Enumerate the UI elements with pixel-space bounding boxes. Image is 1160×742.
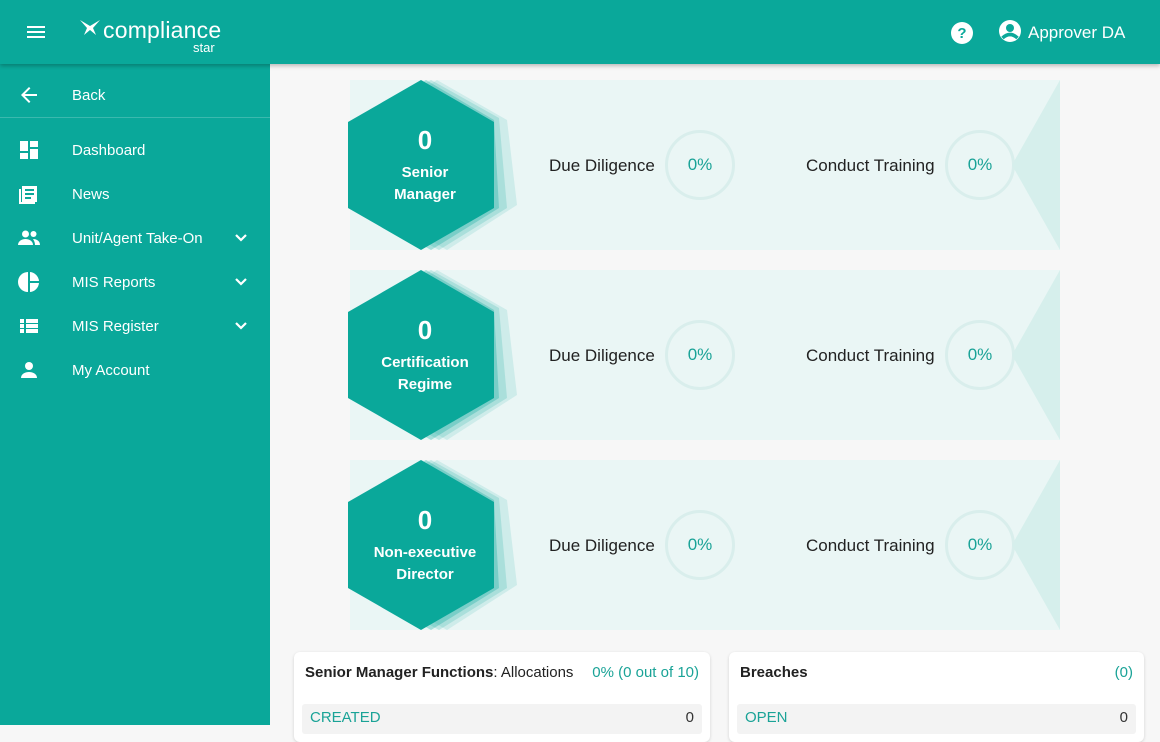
conduct-training-label: Conduct Training — [806, 156, 935, 175]
card-title-bold: Breaches — [740, 664, 808, 681]
banner-non-executive-director[interactable]: 0 Non-executive Director Due Diligence 0… — [348, 460, 1060, 630]
percent-value: 0% — [687, 345, 713, 364]
people-icon — [17, 226, 41, 250]
status-label: OPEN — [745, 709, 788, 726]
list-item[interactable]: OPEN 0 — [737, 704, 1136, 734]
list-icon — [17, 314, 41, 338]
allocation-summary[interactable]: 0% (0 out of 10) — [592, 664, 699, 681]
banner-senior-manager[interactable]: 0 Senior Manager Due Diligence 0% Conduc… — [348, 80, 1060, 250]
due-diligence-label: Due Diligence — [549, 536, 655, 555]
count-value: 0 — [417, 504, 433, 535]
card-title: Senior Manager Functions: Allocations — [305, 664, 573, 681]
dashboard-icon — [17, 138, 41, 162]
percent-value: 0% — [967, 535, 993, 554]
status-count: 0 — [685, 709, 694, 726]
banner-certification-regime[interactable]: 0 Certification Regime Due Diligence 0% … — [348, 270, 1060, 440]
percent-value: 0% — [967, 345, 993, 364]
percent-value: 0% — [687, 155, 713, 174]
sidebar-item-label: Back — [72, 87, 106, 104]
person-icon — [17, 358, 41, 382]
sidebar-item-label: My Account — [72, 361, 150, 379]
status-label: CREATED — [310, 709, 381, 726]
card-title-rest: : Allocations — [493, 664, 574, 681]
pie-chart-icon — [17, 270, 41, 294]
banner-notch — [1012, 270, 1060, 440]
sidebar-item-unit-agent-take-on[interactable]: Unit/Agent Take-On — [0, 216, 270, 260]
sidebar-item-back[interactable]: Back — [0, 64, 270, 118]
due-diligence-label: Due Diligence — [549, 156, 655, 175]
sidebar-item-label: MIS Reports — [72, 273, 156, 291]
category-label: Senior Manager — [394, 163, 456, 203]
conduct-training-label: Conduct Training — [806, 536, 935, 555]
news-icon — [17, 182, 41, 206]
due-diligence-progress-ring: 0% — [665, 320, 735, 390]
menu-icon[interactable] — [24, 20, 48, 44]
conduct-training-progress-ring: 0% — [945, 510, 1015, 580]
sidebar-item-label: Unit/Agent Take-On — [72, 229, 203, 247]
user-name: Approver DA — [1028, 23, 1126, 42]
due-diligence-progress-ring: 0% — [665, 130, 735, 200]
sidebar-item-my-account[interactable]: My Account — [0, 348, 270, 392]
percent-value: 0% — [687, 535, 713, 554]
user-menu-button[interactable]: Approver DA — [998, 18, 1125, 48]
sidebar-item-news[interactable]: News — [0, 172, 270, 216]
banner-notch — [1012, 80, 1060, 250]
conduct-training-progress-ring: 0% — [945, 320, 1015, 390]
chevron-down-icon[interactable] — [229, 226, 253, 250]
due-diligence-label: Due Diligence — [549, 346, 655, 365]
breaches-card: Breaches (0) OPEN 0 — [729, 652, 1144, 742]
category-label: Certification Regime — [381, 353, 469, 393]
app-logo[interactable]: compliance star — [78, 12, 228, 56]
sidebar-item-label: Dashboard — [72, 141, 146, 159]
chevron-down-icon[interactable] — [229, 270, 253, 294]
percent-value: 0% — [967, 155, 993, 174]
sidebar-item-label: MIS Register — [72, 317, 159, 335]
sidebar: Back Dashboard News Unit/Agent Take-On M… — [0, 64, 270, 725]
sidebar-item-label: News — [72, 185, 110, 203]
top-app-bar: compliance star ? Approver DA — [0, 0, 1160, 64]
chevron-down-icon[interactable] — [229, 314, 253, 338]
list-item[interactable]: CREATED 0 — [302, 704, 702, 734]
sidebar-item-mis-reports[interactable]: MIS Reports — [0, 260, 270, 304]
conduct-training-progress-ring: 0% — [945, 130, 1015, 200]
card-title: Breaches — [740, 664, 808, 681]
help-icon[interactable]: ? — [950, 21, 974, 45]
sidebar-item-dashboard[interactable]: Dashboard — [0, 128, 270, 172]
count-value: 0 — [417, 124, 433, 155]
logo-subword: star — [193, 40, 215, 55]
star-logo-icon — [80, 20, 100, 35]
due-diligence-progress-ring: 0% — [665, 510, 735, 580]
breaches-count[interactable]: (0) — [1115, 664, 1133, 681]
conduct-training-label: Conduct Training — [806, 346, 935, 365]
svg-text:?: ? — [957, 25, 966, 42]
account-circle-icon — [998, 19, 1022, 48]
sidebar-item-mis-register[interactable]: MIS Register — [0, 304, 270, 348]
senior-manager-functions-card: Senior Manager Functions: Allocations 0%… — [294, 652, 710, 742]
status-count: 0 — [1119, 709, 1128, 726]
arrow-back-icon — [17, 83, 41, 107]
category-label: Non-executive Director — [373, 543, 477, 583]
count-value: 0 — [417, 314, 433, 345]
banner-notch — [1012, 460, 1060, 630]
card-title-bold: Senior Manager Functions — [305, 664, 494, 681]
